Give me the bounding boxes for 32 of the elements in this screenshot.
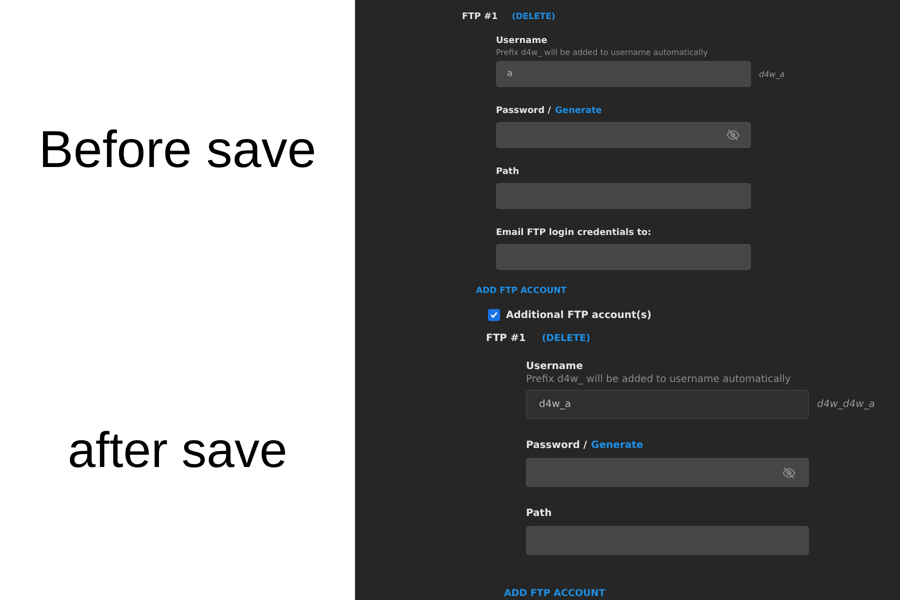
password-field[interactable]	[526, 458, 809, 487]
account-title: FTP #1	[462, 12, 498, 22]
eye-off-icon[interactable]	[726, 129, 740, 141]
field-hint: Prefix d4w_ will be added to username automatically	[496, 48, 709, 57]
generate-link[interactable]: Generate	[591, 440, 644, 451]
field-label: Path	[526, 508, 553, 519]
field-label: Path	[496, 167, 520, 177]
username-preview: d4w_d4w_a	[817, 399, 875, 410]
password-field[interactable]	[496, 122, 751, 148]
delete-link[interactable]: (DELETE)	[512, 12, 556, 22]
add-ftp-account-link[interactable]: ADD FTP ACCOUNT	[476, 286, 567, 296]
field-label: Password /	[496, 106, 551, 116]
field-label: Username	[496, 36, 548, 46]
caption: Before save	[38, 120, 316, 180]
checkbox[interactable]	[488, 309, 500, 321]
username-field[interactable]: d4w_a	[526, 390, 809, 419]
checkbox-label: Additional FTP account(s)	[506, 310, 652, 320]
username-field[interactable]: a	[496, 61, 751, 87]
input-field[interactable]	[496, 183, 751, 209]
add-ftp-account-link[interactable]: ADD FTP ACCOUNT	[504, 588, 606, 599]
username-preview: d4w_a	[759, 70, 785, 78]
field-label: Password /	[526, 440, 588, 451]
input-field[interactable]	[526, 526, 809, 555]
eye-off-icon[interactable]	[782, 466, 796, 478]
field-label: Username	[526, 361, 584, 372]
caption: after save	[68, 421, 288, 479]
input-field[interactable]	[496, 244, 751, 270]
generate-link[interactable]: Generate	[554, 106, 602, 116]
field-hint: Prefix d4w_ will be added to username automatically	[526, 374, 792, 385]
delete-link[interactable]: (DELETE)	[542, 333, 590, 344]
account-title: FTP #1	[486, 333, 526, 344]
field-label: Email FTP login credentials to:	[496, 228, 652, 238]
